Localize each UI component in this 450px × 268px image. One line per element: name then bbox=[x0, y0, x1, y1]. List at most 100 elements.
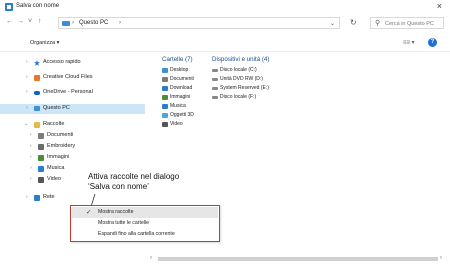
video-icon bbox=[38, 177, 44, 183]
expand-chevron-icon[interactable]: › bbox=[26, 105, 28, 111]
nav-item-embroidery[interactable]: › Embroidery bbox=[0, 142, 145, 152]
folder-label: Immagini bbox=[170, 94, 191, 100]
nav-item-raccolte[interactable]: ⌄ Raccolte bbox=[0, 120, 145, 130]
search-icon: ⚲ bbox=[375, 20, 381, 27]
library-icon bbox=[38, 144, 44, 150]
forward-arrow-icon[interactable]: → bbox=[17, 18, 24, 25]
objects3d-icon bbox=[162, 113, 168, 118]
computer-icon bbox=[62, 21, 70, 26]
address-bar[interactable]: › Questo PC › ⌄ bbox=[58, 17, 340, 29]
expand-chevron-icon[interactable]: › bbox=[26, 194, 28, 200]
address-dropdown-icon[interactable]: ⌄ bbox=[330, 20, 335, 27]
expand-chevron-icon[interactable]: › bbox=[30, 132, 32, 138]
refresh-icon[interactable]: ↻ bbox=[350, 18, 357, 27]
nav-item-label: Raccolte bbox=[43, 121, 65, 127]
back-arrow-icon[interactable]: ← bbox=[6, 18, 13, 25]
onedrive-icon bbox=[34, 91, 40, 95]
folder-label: Desktop bbox=[170, 67, 189, 73]
scroll-left-icon[interactable]: ‹ bbox=[150, 255, 152, 261]
command-bar: Organizza ▾ ≡≡ ▾ ? bbox=[0, 34, 450, 52]
drive-label: Unità DVD RW (D:) bbox=[220, 76, 263, 82]
nav-item-label: Rete bbox=[43, 194, 55, 200]
nav-item-label: OneDrive - Personal bbox=[43, 89, 93, 95]
music-icon bbox=[162, 104, 168, 109]
expand-chevron-icon[interactable]: › bbox=[26, 74, 28, 80]
save-dialog-icon bbox=[5, 3, 13, 11]
recent-locations-chevron-icon[interactable]: ˅ bbox=[28, 18, 32, 25]
nav-item-label: Embroidery bbox=[47, 143, 76, 149]
nav-item-documenti[interactable]: › Documenti bbox=[0, 131, 145, 141]
checkmark-icon: ✓ bbox=[86, 209, 92, 216]
nav-item-label: Documenti bbox=[47, 132, 74, 138]
drive-label: System Reserved (E:) bbox=[220, 85, 269, 91]
expand-chevron-icon[interactable]: › bbox=[30, 165, 32, 171]
view-options-button[interactable]: ≡≡ ▾ bbox=[403, 39, 415, 46]
menu-item-label: Mostra raccolte bbox=[98, 209, 134, 215]
breadcrumb-separator[interactable]: › bbox=[119, 20, 121, 26]
nav-item-label: Creative Cloud Files bbox=[43, 74, 93, 80]
folders-section-header[interactable]: Cartelle (7) bbox=[162, 56, 193, 63]
expand-chevron-icon[interactable]: › bbox=[26, 89, 28, 95]
video-icon bbox=[162, 122, 168, 127]
expand-chevron-icon[interactable]: › bbox=[26, 59, 28, 65]
menu-item-mostra-raccolte[interactable]: ✓ Mostra raccolte bbox=[72, 207, 218, 218]
folder-label: Download bbox=[170, 85, 193, 91]
nav-item-label: Accesso rapido bbox=[43, 59, 81, 65]
content-area: Cartelle (7) Dispositivi e unità (4) Des… bbox=[162, 54, 442, 144]
documents-icon bbox=[38, 133, 44, 139]
nav-item-label: Questo PC bbox=[43, 105, 70, 111]
nav-item-label: Musica bbox=[47, 165, 65, 171]
breadcrumb-separator: › bbox=[72, 20, 74, 26]
nav-item-accesso-rapido[interactable]: › Accesso rapido bbox=[0, 58, 145, 68]
scroll-right-icon[interactable]: › bbox=[440, 255, 442, 261]
annotation-line-2: ‘Salva con nome’ bbox=[88, 182, 149, 191]
download-icon bbox=[162, 86, 168, 91]
drives-section-header[interactable]: Dispositivi e unità (4) bbox=[212, 56, 269, 63]
navigation-bar: ← → ˅ ↑ › Questo PC › ⌄ ↻ ⚲ bbox=[0, 16, 450, 30]
star-icon bbox=[34, 60, 40, 66]
music-icon bbox=[38, 166, 44, 172]
close-button[interactable]: × bbox=[437, 1, 442, 11]
nav-item-immagini[interactable]: › Immagini bbox=[0, 153, 145, 163]
folder-label: Documenti bbox=[170, 76, 194, 82]
window-title: Salva con nome bbox=[16, 3, 60, 9]
dvd-icon bbox=[212, 78, 218, 81]
annotation-line-1: Attiva raccolte nel dialogo bbox=[88, 172, 180, 181]
search-box[interactable]: ⚲ bbox=[370, 17, 444, 29]
network-icon bbox=[34, 195, 40, 201]
title-bar: Salva con nome × bbox=[0, 0, 450, 14]
menu-item-label: Espandi fino alla cartella corrente bbox=[98, 231, 175, 237]
nav-item-onedrive[interactable]: › OneDrive - Personal bbox=[0, 88, 145, 98]
scrollbar-thumb[interactable] bbox=[158, 257, 438, 261]
drive-label: Disco locale (F:) bbox=[220, 94, 257, 100]
nav-item-rete[interactable]: › Rete bbox=[0, 193, 145, 203]
folder-label: Video bbox=[170, 121, 183, 127]
horizontal-scrollbar[interactable]: ‹ › bbox=[150, 254, 442, 264]
breadcrumb-questo-pc[interactable]: Questo PC bbox=[79, 20, 108, 26]
drive-icon bbox=[212, 69, 218, 72]
collapse-chevron-icon[interactable]: ⌄ bbox=[24, 121, 28, 127]
menu-item-espandi-fino-alla-cartella-corrente[interactable]: Espandi fino alla cartella corrente bbox=[72, 229, 218, 240]
nav-item-creative-cloud-files[interactable]: › Creative Cloud Files bbox=[0, 73, 145, 83]
drive-icon bbox=[212, 87, 218, 90]
folder-label: Musica bbox=[170, 103, 186, 109]
libraries-icon bbox=[34, 122, 40, 128]
folder-label: Oggetti 3D bbox=[170, 112, 194, 118]
up-arrow-icon[interactable]: ↑ bbox=[38, 18, 42, 25]
help-button[interactable]: ? bbox=[428, 38, 437, 47]
cloud-folder-icon bbox=[34, 75, 40, 81]
annotation-callout: Attiva raccolte nel dialogo ‘Salva con n… bbox=[88, 172, 179, 192]
menu-item-mostra-tutte-le-cartelle[interactable]: Mostra tutte le cartelle bbox=[72, 218, 218, 229]
computer-icon bbox=[34, 106, 40, 111]
nav-item-label: Video bbox=[47, 176, 61, 182]
menu-item-label: Mostra tutte le cartelle bbox=[98, 220, 150, 226]
organize-button[interactable]: Organizza ▾ bbox=[30, 40, 59, 46]
expand-chevron-icon[interactable]: › bbox=[30, 143, 32, 149]
nav-item-questo-pc[interactable]: › Questo PC bbox=[0, 104, 145, 114]
context-menu: ✓ Mostra raccolte Mostra tutte le cartel… bbox=[70, 205, 220, 242]
expand-chevron-icon[interactable]: › bbox=[30, 154, 32, 160]
drive-label: Disco locale (C:) bbox=[220, 67, 257, 73]
pictures-icon bbox=[38, 155, 44, 161]
search-input[interactable] bbox=[385, 20, 441, 27]
expand-chevron-icon[interactable]: › bbox=[30, 176, 32, 182]
